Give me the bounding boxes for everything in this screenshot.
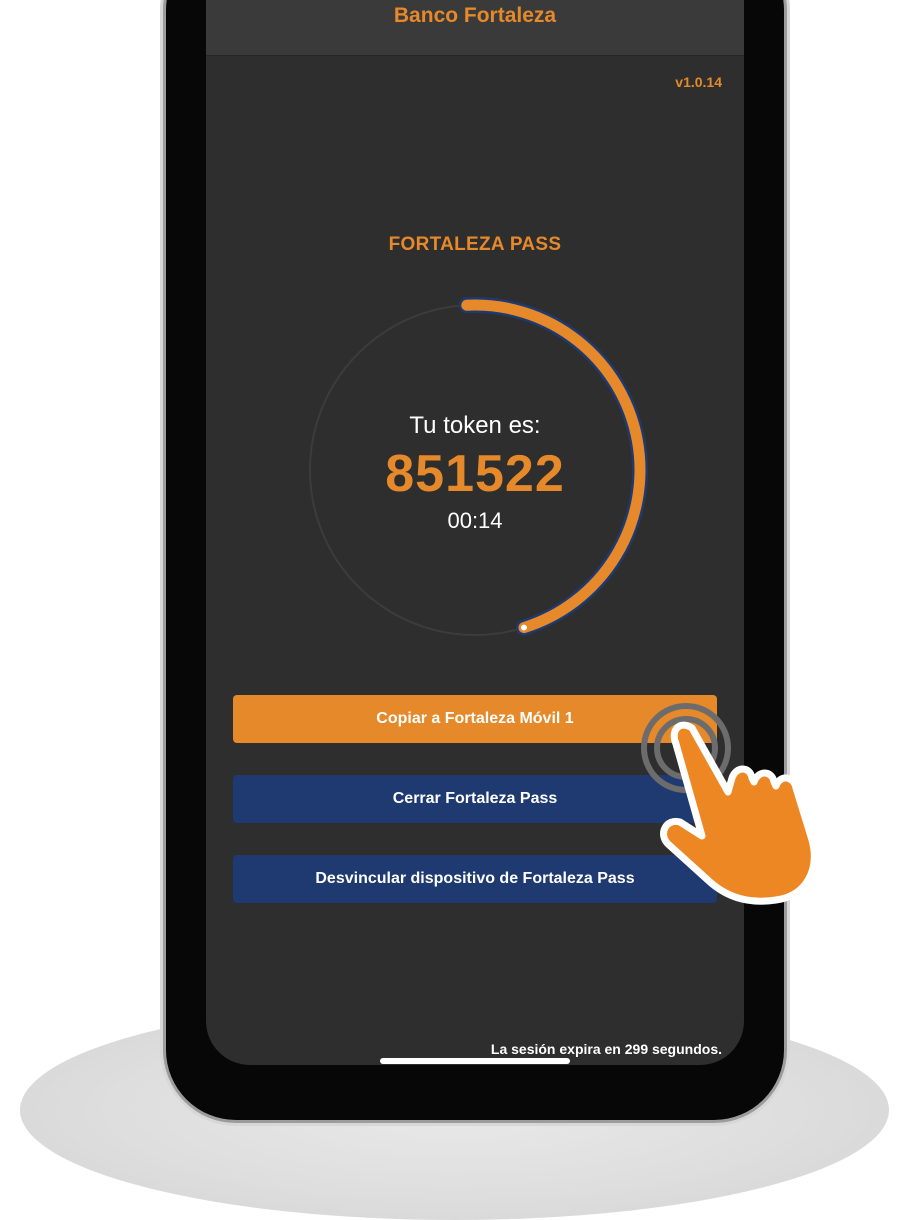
hand-shape bbox=[660, 721, 818, 905]
section-title: FORTALEZA PASS bbox=[388, 234, 562, 255]
app-title: Banco Fortaleza bbox=[393, 4, 557, 27]
token-countdown: 00:14 bbox=[447, 508, 503, 533]
token-label: Tu token es: bbox=[409, 412, 541, 439]
app-version: v1.0.14 bbox=[675, 74, 722, 90]
token-value: 851522 bbox=[385, 445, 565, 503]
session-expiry-message: La sesión expira en 299 segundos. bbox=[490, 1041, 722, 1057]
navigation-bar: Banco Fortaleza bbox=[206, 0, 744, 56]
home-indicator bbox=[380, 1058, 570, 1064]
ring-end-dot bbox=[520, 624, 527, 631]
tap-hand-icon bbox=[641, 703, 818, 905]
